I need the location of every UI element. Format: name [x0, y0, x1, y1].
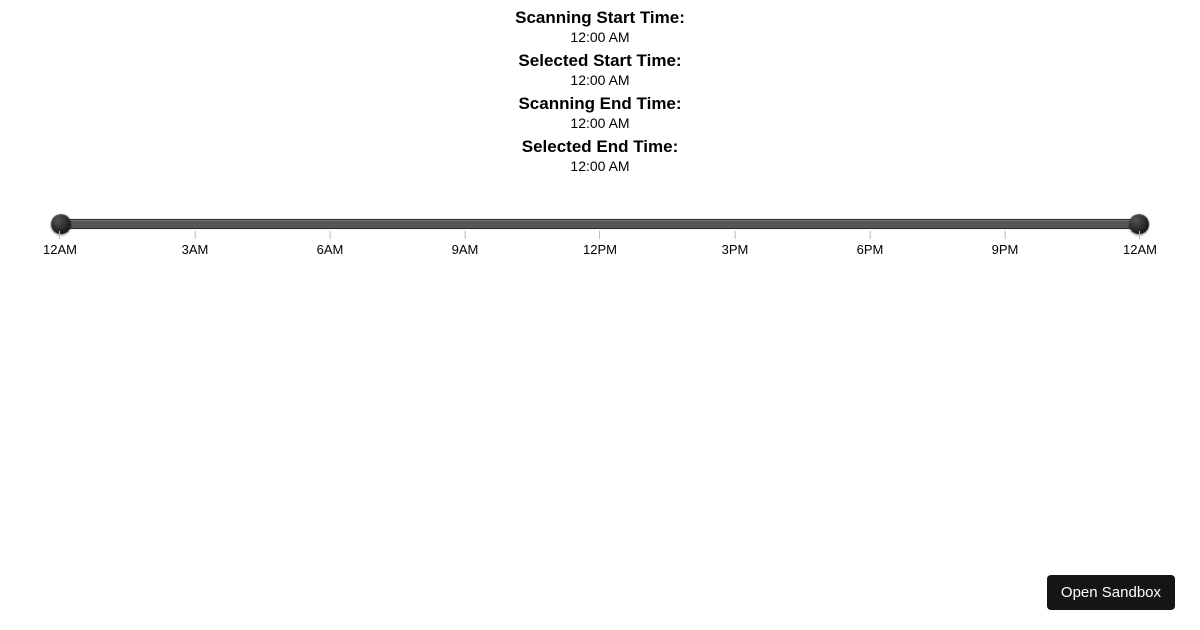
- slider-tick: 3PM: [722, 231, 749, 257]
- slider-tick: 6AM: [317, 231, 344, 257]
- scanning-end-row: Scanning End Time: 12:00 AM: [0, 94, 1200, 131]
- scanning-end-label: Scanning End Time:: [0, 94, 1200, 114]
- time-info-block: Scanning Start Time: 12:00 AM Selected S…: [0, 0, 1200, 174]
- slider-tick-label: 3AM: [182, 242, 209, 257]
- time-range-slider[interactable]: 12AM3AM6AM9AM12PM3PM6PM9PM12AM: [60, 219, 1140, 261]
- scanning-start-label: Scanning Start Time:: [0, 8, 1200, 28]
- slider-tick: 12PM: [583, 231, 617, 257]
- slider-tick: 3AM: [182, 231, 209, 257]
- selected-end-value: 12:00 AM: [0, 158, 1200, 174]
- slider-tick-label: 12PM: [583, 242, 617, 257]
- slider-track[interactable]: [60, 219, 1140, 229]
- slider-tick-label: 3PM: [722, 242, 749, 257]
- scanning-start-value: 12:00 AM: [0, 29, 1200, 45]
- selected-end-label: Selected End Time:: [0, 137, 1200, 157]
- slider-tick-label: 12AM: [1123, 242, 1157, 257]
- scanning-end-value: 12:00 AM: [0, 115, 1200, 131]
- selected-start-label: Selected Start Time:: [0, 51, 1200, 71]
- slider-ticks: 12AM3AM6AM9AM12PM3PM6PM9PM12AM: [60, 231, 1140, 261]
- slider-tick: 9PM: [992, 231, 1019, 257]
- slider-tick: 6PM: [857, 231, 884, 257]
- slider-tick-label: 9PM: [992, 242, 1019, 257]
- slider-tick-label: 12AM: [43, 242, 77, 257]
- selected-start-row: Selected Start Time: 12:00 AM: [0, 51, 1200, 88]
- slider-tick-label: 9AM: [452, 242, 479, 257]
- selected-start-value: 12:00 AM: [0, 72, 1200, 88]
- selected-end-row: Selected End Time: 12:00 AM: [0, 137, 1200, 174]
- slider-tick-label: 6PM: [857, 242, 884, 257]
- slider-tick-label: 6AM: [317, 242, 344, 257]
- slider-tick: 12AM: [43, 231, 77, 257]
- slider-tick: 9AM: [452, 231, 479, 257]
- slider-tick: 12AM: [1123, 231, 1157, 257]
- open-sandbox-button[interactable]: Open Sandbox: [1047, 575, 1175, 610]
- scanning-start-row: Scanning Start Time: 12:00 AM: [0, 8, 1200, 45]
